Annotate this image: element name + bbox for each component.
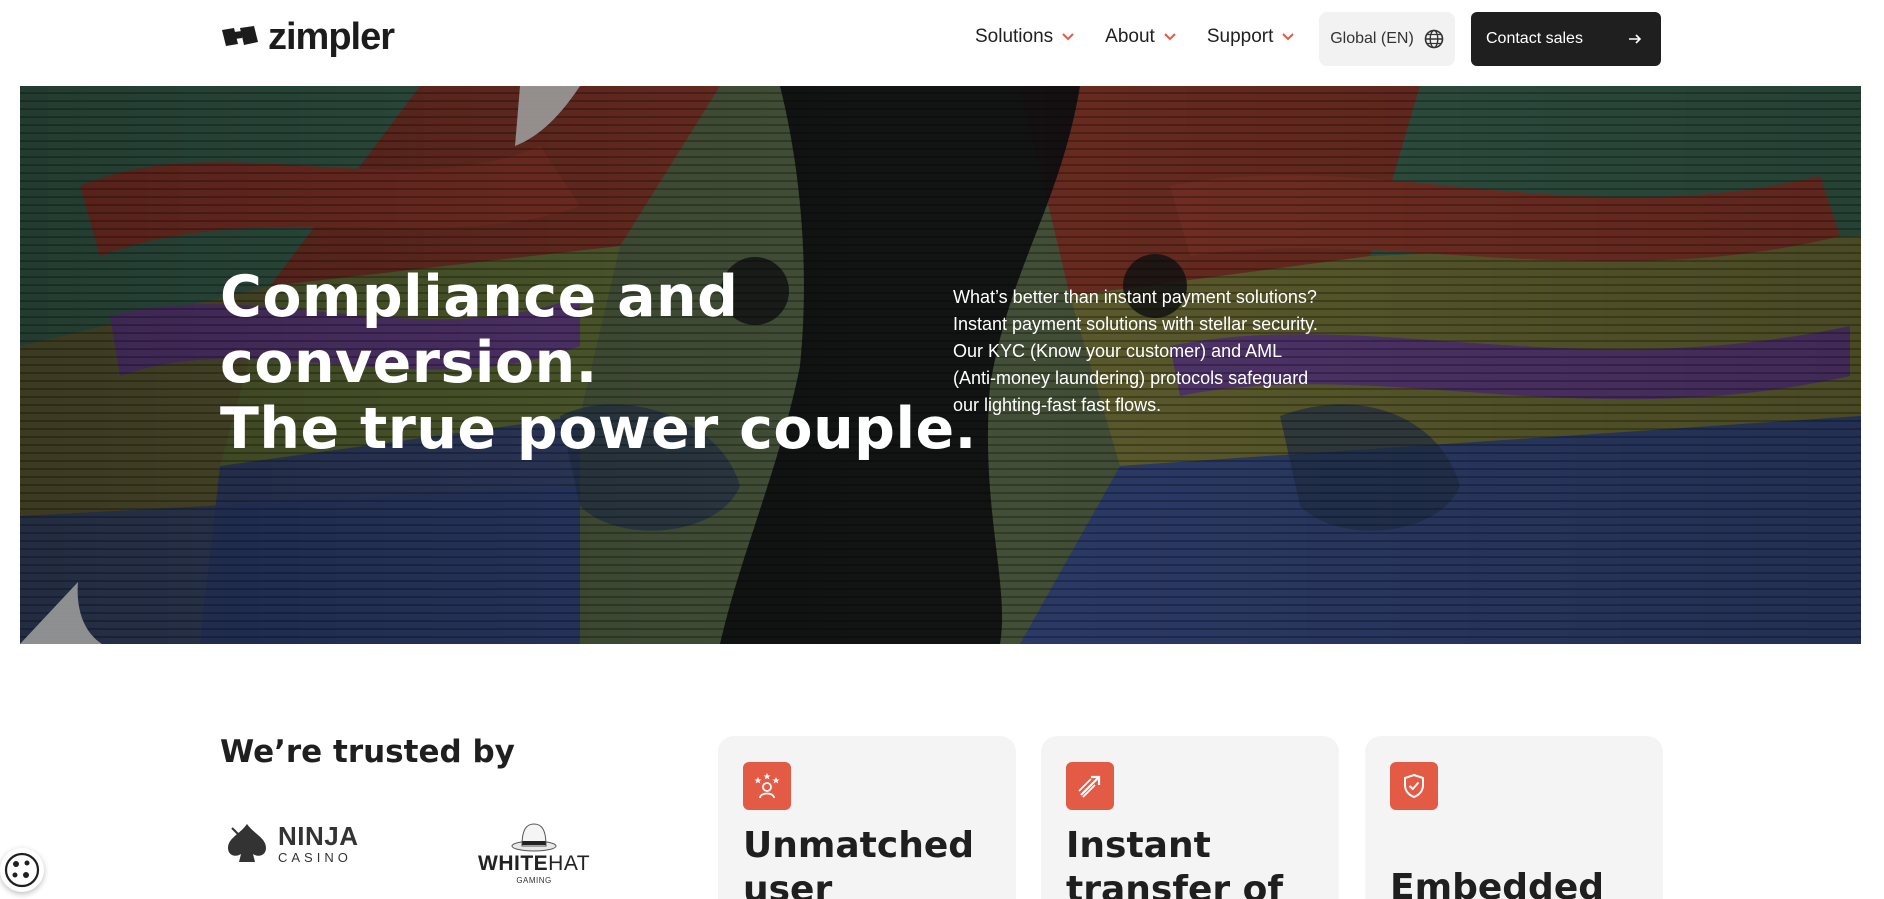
whitehat-name-light: HAT: [548, 852, 591, 875]
trusted-by-heading: We’re trusted by: [220, 734, 515, 770]
ninja-casino-name: NINJA: [278, 820, 359, 851]
card-title-line: user: [743, 869, 833, 899]
hero-title: Compliance and conversion. The true powe…: [220, 264, 977, 462]
locale-selector[interactable]: Global (EN): [1319, 12, 1455, 66]
nav-support[interactable]: Support: [1207, 26, 1296, 48]
card-title-line: transfer of: [1066, 869, 1284, 899]
contact-sales-button[interactable]: Contact sales: [1471, 12, 1661, 66]
partner-logo-ninja-casino: NINJA CASINO: [224, 820, 359, 866]
feature-card-transfer[interactable]: Instant transfer of: [1041, 736, 1339, 899]
card-title-line: Instant: [1066, 825, 1211, 866]
site-header: zimpler Solutions About Support Global (…: [0, 0, 1884, 86]
nav-about[interactable]: About: [1105, 26, 1177, 48]
hero-title-line-2: conversion.: [220, 330, 598, 396]
partner-logo-whitehat-gaming: WHITEHAT GAMING: [478, 820, 590, 885]
card-title-line: Unmatched: [743, 825, 975, 866]
hero-title-line-3: The true power couple.: [220, 396, 977, 462]
nav-support-label: Support: [1206, 26, 1274, 47]
arrow-right-icon: [1629, 34, 1642, 44]
cookie-settings-button[interactable]: [0, 848, 44, 892]
contact-sales-label: Contact sales: [1486, 30, 1583, 47]
cookie-icon: [4, 852, 40, 888]
card-title: Unmatched user: [743, 824, 974, 899]
nav-about-label: About: [1105, 26, 1155, 47]
hero-title-line-1: Compliance and: [220, 264, 739, 330]
spade-icon: [228, 824, 266, 862]
locale-label: Global (EN): [1330, 30, 1414, 47]
whitehat-name-bold: WHITE: [478, 852, 549, 875]
feature-card-embedded[interactable]: Embedded: [1365, 736, 1663, 899]
fast-arrow-icon: [1066, 762, 1114, 810]
ninja-casino-sub: CASINO: [278, 849, 352, 865]
hero-section: Compliance and conversion. The true powe…: [20, 86, 1861, 644]
hat-icon: [511, 823, 557, 852]
zimpler-logo[interactable]: zimpler: [220, 16, 395, 58]
nav-solutions[interactable]: Solutions: [975, 26, 1075, 48]
chevron-down-icon: [1062, 33, 1074, 41]
logo-text: zimpler: [268, 16, 395, 58]
card-title: Embedded: [1390, 866, 1604, 899]
card-title-line: Embedded: [1390, 867, 1605, 899]
nav-solutions-label: Solutions: [975, 26, 1054, 47]
card-title: Instant transfer of: [1066, 824, 1283, 899]
shield-check-icon: [1390, 762, 1438, 810]
zimpler-logo-icon: [222, 26, 258, 46]
chevron-down-icon: [1282, 33, 1295, 41]
users-star-icon: [743, 762, 791, 810]
chevron-down-icon: [1164, 33, 1176, 41]
main-nav: Solutions About Support: [975, 26, 1295, 48]
globe-icon: [1424, 29, 1444, 49]
hero-description: What’s better than instant payment solut…: [953, 287, 1318, 415]
feature-card-user[interactable]: Unmatched user: [718, 736, 1016, 899]
whitehat-sub: GAMING: [516, 876, 552, 885]
